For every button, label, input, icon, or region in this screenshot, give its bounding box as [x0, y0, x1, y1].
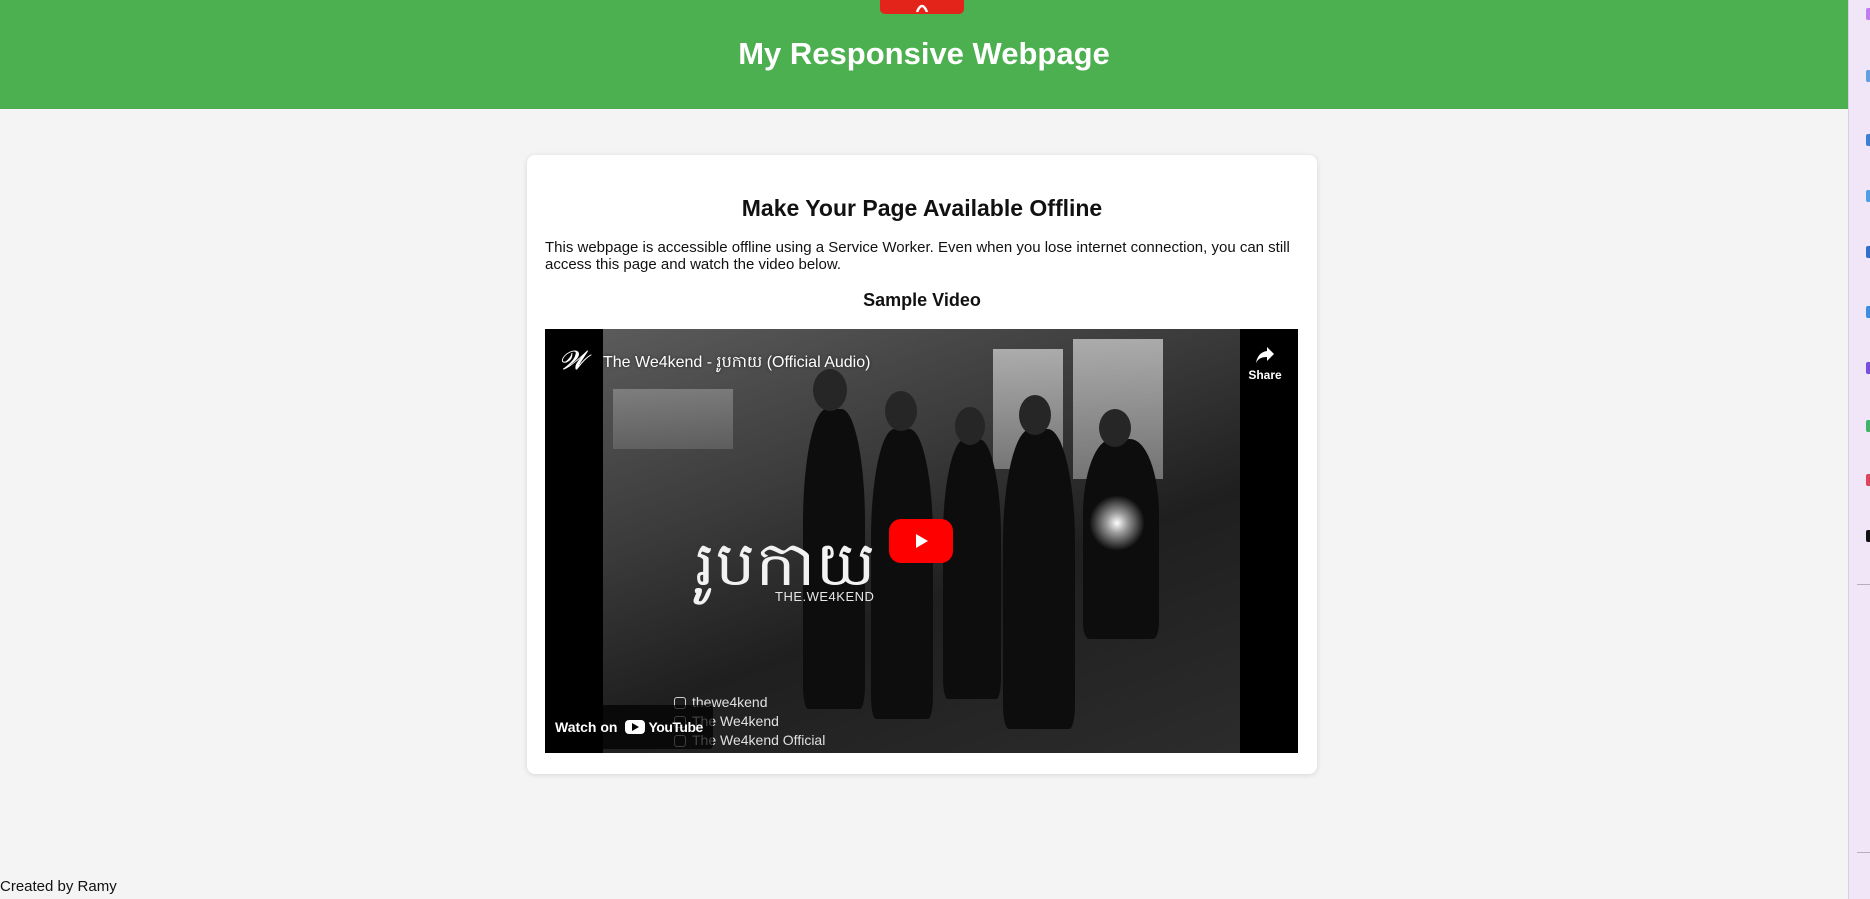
page-title: My Responsive Webpage — [738, 35, 1110, 71]
sidebar-app-icon[interactable] — [1866, 134, 1870, 146]
youtube-embed[interactable]: រូបកាយ THE.WE4KEND thewe4kend The We4ken… — [545, 329, 1298, 753]
light-flare — [1089, 495, 1145, 551]
share-label: Share — [1248, 368, 1282, 382]
watch-on-youtube-button[interactable]: Watch on YouTube — [545, 705, 713, 749]
play-icon — [916, 534, 928, 548]
sidebar-app-icon[interactable] — [1866, 70, 1870, 82]
youtube-play-icon — [625, 720, 646, 734]
sidebar-divider — [1857, 584, 1870, 585]
page-header: My Responsive Webpage — [0, 0, 1848, 109]
sidebar-app-icon[interactable] — [1866, 474, 1870, 486]
arch-icon — [916, 4, 928, 12]
footer-credit: Created by Ramy — [0, 878, 117, 895]
sidebar-app-icon[interactable] — [1866, 362, 1870, 374]
card-title: Make Your Page Available Offline — [741, 195, 1103, 221]
sidebar-app-icon[interactable] — [1866, 420, 1870, 432]
sidebar-app-icon[interactable] — [1866, 8, 1870, 20]
browser-extension-tab[interactable] — [880, 0, 964, 14]
sidebar-divider — [1857, 852, 1870, 853]
album-art-subtitle: THE.WE4KEND — [775, 589, 875, 604]
play-button[interactable] — [889, 519, 953, 563]
sidebar-app-icon[interactable] — [1866, 306, 1870, 318]
watch-on-label: Watch on — [555, 719, 618, 735]
offline-card: Make Your Page Available Offline This we… — [527, 155, 1317, 774]
video-section-title: Sample Video — [863, 290, 981, 310]
sidebar-app-icon[interactable] — [1866, 190, 1870, 202]
video-title-link[interactable]: The We4kend - រូបកាយ (Official Audio) — [603, 351, 870, 375]
sidebar-app-icon[interactable] — [1866, 530, 1870, 542]
sidebar-app-icon[interactable] — [1866, 246, 1870, 258]
card-description: This webpage is accessible offline using… — [545, 239, 1290, 273]
youtube-logo: YouTube — [625, 719, 703, 735]
browser-sidebar — [1848, 0, 1870, 899]
channel-logo-icon[interactable]: 𝓦 — [553, 341, 593, 381]
share-button[interactable]: Share — [1237, 339, 1293, 389]
share-arrow-icon — [1256, 347, 1274, 363]
